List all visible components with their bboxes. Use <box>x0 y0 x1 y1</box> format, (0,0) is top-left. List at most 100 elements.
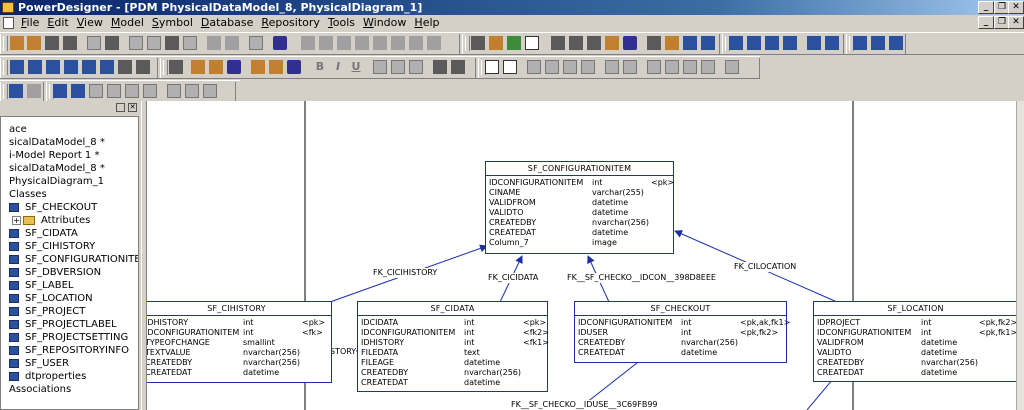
modify-database-icon[interactable] <box>125 84 139 98</box>
cut-icon[interactable] <box>129 36 143 50</box>
tree-item-table[interactable]: SF_LOCATION <box>1 292 138 305</box>
open-icon[interactable] <box>27 36 41 50</box>
column-row[interactable]: IDCONFIGURATIONITEM int <fk> <box>147 328 328 338</box>
vertical-scrollbar[interactable] <box>1016 101 1024 410</box>
menu-window[interactable]: Window <box>361 15 412 31</box>
align-middle-icon[interactable] <box>605 60 619 74</box>
menu-symbol[interactable]: Symbol <box>150 15 199 31</box>
group-icon[interactable] <box>647 36 661 50</box>
refresh-icon[interactable] <box>507 36 521 50</box>
copy-icon[interactable] <box>147 36 161 50</box>
forward-icon[interactable] <box>701 36 715 50</box>
same-height-icon[interactable] <box>701 60 715 74</box>
align-center-icon[interactable] <box>391 60 405 74</box>
check-in-icon[interactable] <box>167 84 181 98</box>
panel-icon[interactable] <box>853 36 867 50</box>
tile-icon[interactable] <box>747 36 761 50</box>
check-out-icon[interactable] <box>185 84 199 98</box>
tree-item-model[interactable]: sicalDataModel_8 * <box>1 136 138 149</box>
underline-icon[interactable]: U <box>349 60 363 74</box>
text-box-icon[interactable] <box>569 36 583 50</box>
update-repository-icon[interactable] <box>203 84 217 98</box>
tree-item-table[interactable]: SF_PROJECTSETTING <box>1 331 138 344</box>
highlight-icon[interactable] <box>251 60 265 74</box>
checkbox-icon[interactable] <box>525 36 539 50</box>
line-color-icon[interactable] <box>191 60 205 74</box>
align-right-icon[interactable] <box>409 60 423 74</box>
font-color-icon[interactable] <box>287 60 301 74</box>
tree-item-table[interactable]: SF_LABEL <box>1 279 138 292</box>
menu-repository[interactable]: Repository <box>259 15 326 31</box>
column-row[interactable]: CINAME varchar(255) <box>489 188 670 198</box>
line-style-icon[interactable] <box>433 60 447 74</box>
column-row[interactable]: IDCONFIGURATIONITEM int <pk,fk1> <box>817 328 1016 338</box>
pen-icon[interactable] <box>587 36 601 50</box>
reverse-database-icon[interactable] <box>107 84 121 98</box>
tree-item-table[interactable]: SF_PROJECTLABEL <box>1 318 138 331</box>
tree-item-table[interactable]: SF_PROJECT <box>1 305 138 318</box>
ungroup-icon[interactable] <box>665 36 679 50</box>
align-icon[interactable] <box>10 60 24 74</box>
column-row[interactable]: CREATEDAT datetime <box>489 228 670 238</box>
menu-help[interactable]: Help <box>412 15 445 31</box>
compare-icon[interactable] <box>319 36 333 50</box>
space-v-icon[interactable] <box>665 60 679 74</box>
align-right-edge-icon[interactable] <box>563 60 577 74</box>
column-row[interactable]: IDHISTORY int <fk1> <box>361 338 549 348</box>
close-button[interactable]: ✕ <box>1008 1 1024 14</box>
document-icon[interactable] <box>3 17 14 29</box>
table-cidata[interactable]: SF_CIDATA IDCIDATA int <pk> IDCONFIGURATIO… <box>357 301 549 392</box>
column-row[interactable]: IDCONFIGURATIONITEM int <pk,ak,fk1> <box>578 318 790 328</box>
italic-icon[interactable]: I <box>331 60 345 74</box>
generate-icon[interactable] <box>373 36 387 50</box>
redo-icon[interactable] <box>225 36 239 50</box>
save-all-icon[interactable] <box>63 36 77 50</box>
tree-item-model-2[interactable]: sicalDataModel_8 * <box>1 162 138 175</box>
same-width-icon[interactable] <box>683 60 697 74</box>
paste-icon[interactable] <box>165 36 179 50</box>
table-checkout[interactable]: SF_CHECKOUT IDCONFIGURATIONITEM int <pk,ak… <box>574 301 790 363</box>
minimize-button[interactable]: _ <box>978 1 994 14</box>
window-icon[interactable] <box>889 36 903 50</box>
impact-icon[interactable] <box>355 36 369 50</box>
tree-item-table[interactable]: SF_REPOSITORYINFO <box>1 344 138 357</box>
shadow-icon[interactable] <box>269 60 283 74</box>
tree-item-table[interactable]: dtproperties <box>1 370 138 383</box>
column-row[interactable]: CREATEDAT datetime <box>361 378 544 388</box>
properties-icon[interactable] <box>249 36 263 50</box>
tree-item-classes[interactable]: Classes <box>1 188 138 201</box>
font-a-icon[interactable] <box>623 36 637 50</box>
column-row[interactable]: VALIDFROM datetime <box>489 198 670 208</box>
tree-item-table[interactable]: SF_USER <box>1 357 138 370</box>
connect-icon[interactable] <box>27 84 41 98</box>
doc-close-button[interactable]: ✕ <box>1008 16 1024 29</box>
column-row[interactable]: IDCONFIGURATIONITEM int <pk> <box>489 178 674 188</box>
column-row[interactable]: FILEDATA text <box>361 348 544 358</box>
arrow-style-icon[interactable] <box>451 60 465 74</box>
same-size-icon[interactable] <box>118 60 132 74</box>
move-up-icon[interactable] <box>82 60 96 74</box>
column-row[interactable]: FILEAGE datetime <box>361 358 544 368</box>
column-row[interactable]: VALIDTO datetime <box>817 348 1014 358</box>
menu-tools[interactable]: Tools <box>326 15 361 31</box>
column-row[interactable]: IDCIDATA int <pk> <box>361 318 546 328</box>
space-h-icon[interactable] <box>647 60 661 74</box>
move-right-icon[interactable] <box>64 60 78 74</box>
grid-icon[interactable] <box>503 60 517 74</box>
update-icon[interactable] <box>409 36 423 50</box>
reference-fk-location-project[interactable] <box>806 378 834 410</box>
column-row[interactable]: TYPEOFCHANGE smallint <box>147 338 328 348</box>
cascade-icon[interactable] <box>729 36 743 50</box>
fill-bucket-icon[interactable] <box>605 36 619 50</box>
shape-icon[interactable] <box>551 36 565 50</box>
straighten-icon[interactable] <box>725 60 739 74</box>
column-row[interactable]: IDHISTORY int <pk> <box>147 318 328 328</box>
delete-icon[interactable] <box>183 36 197 50</box>
print-preview-icon[interactable] <box>87 36 101 50</box>
align-center-v-icon[interactable] <box>545 60 559 74</box>
output-toggle-icon[interactable] <box>825 36 839 50</box>
browser-toggle-icon[interactable] <box>807 36 821 50</box>
merge-icon[interactable] <box>337 36 351 50</box>
tree-item-table[interactable]: SF_CIDATA <box>1 227 138 240</box>
column-row[interactable]: CREATEDBY nvarchar(256) <box>817 358 1014 368</box>
